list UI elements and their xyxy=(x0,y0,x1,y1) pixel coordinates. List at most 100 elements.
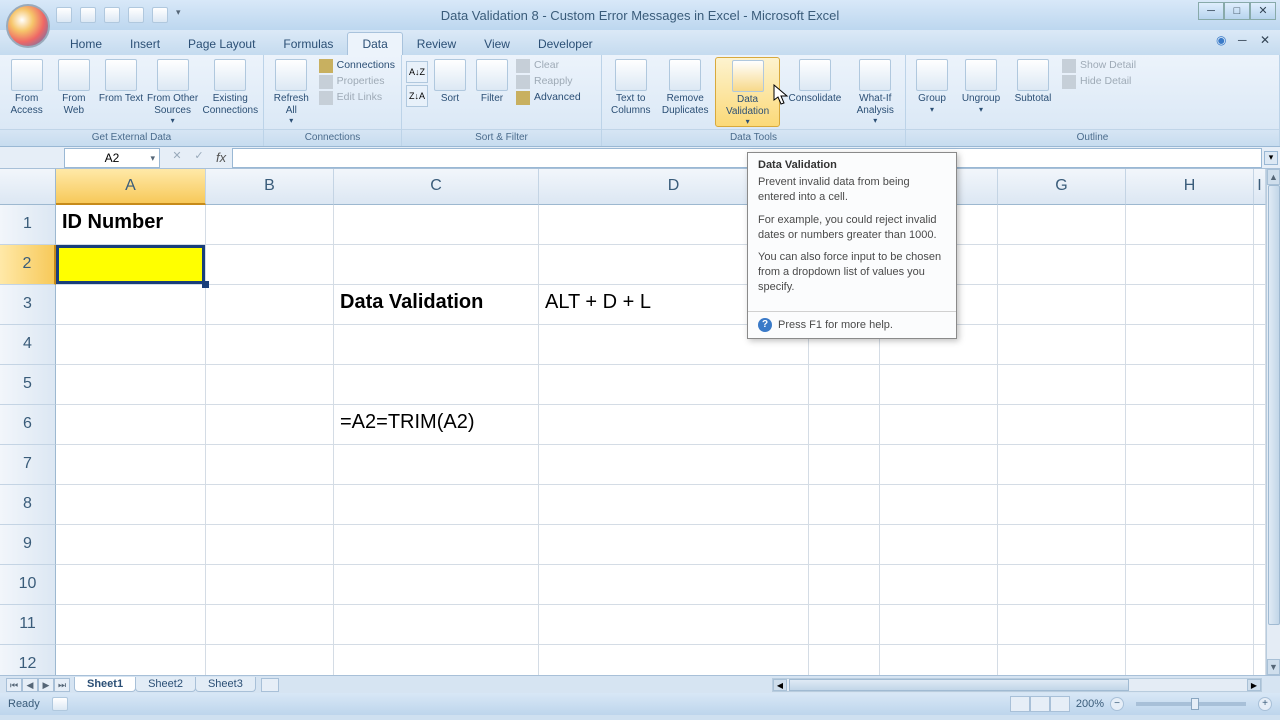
redo-icon[interactable] xyxy=(104,7,120,23)
maximize-button[interactable]: □ xyxy=(1224,2,1250,20)
cell-A1[interactable]: ID Number xyxy=(56,205,206,245)
column-header-B[interactable]: B xyxy=(206,169,334,205)
row-header-11[interactable]: 11 xyxy=(0,605,56,645)
save-icon[interactable] xyxy=(56,7,72,23)
ungroup-button[interactable]: Ungroup▾ xyxy=(956,57,1006,114)
advanced-filter-button[interactable]: Advanced xyxy=(514,89,583,105)
cancel-formula-icon: ✕ xyxy=(168,149,186,167)
sheet-tab-sheet1[interactable]: Sheet1 xyxy=(74,677,136,692)
tab-page-layout[interactable]: Page Layout xyxy=(174,33,269,55)
tab-developer[interactable]: Developer xyxy=(524,33,607,55)
refresh-all-button[interactable]: Refresh All▾ xyxy=(268,57,315,125)
insert-sheet-button[interactable] xyxy=(261,678,279,692)
group-label-sortfilter: Sort & Filter xyxy=(402,129,601,146)
subtotal-button[interactable]: Subtotal xyxy=(1008,57,1058,105)
row-header-5[interactable]: 5 xyxy=(0,365,56,405)
sheet-nav-next-icon[interactable]: ▶ xyxy=(38,678,54,692)
zoom-slider[interactable] xyxy=(1136,702,1246,706)
sheet-nav-first-icon[interactable]: ⏮ xyxy=(6,678,22,692)
filter-button[interactable]: Filter xyxy=(472,57,512,105)
tab-review[interactable]: Review xyxy=(403,33,470,55)
vertical-scrollbar[interactable]: ▲ ▼ xyxy=(1266,169,1280,675)
undo-icon[interactable] xyxy=(80,7,96,23)
quick-access-toolbar: ▾ xyxy=(56,7,192,23)
fx-icon[interactable]: fx xyxy=(216,150,226,165)
sort-button[interactable]: Sort xyxy=(430,57,470,105)
clear-filter-button: Clear xyxy=(514,57,583,73)
row-header-9[interactable]: 9 xyxy=(0,525,56,565)
column-header-H[interactable]: H xyxy=(1126,169,1254,205)
row-header-4[interactable]: 4 xyxy=(0,325,56,365)
select-all-corner[interactable] xyxy=(0,169,56,205)
whatif-analysis-button[interactable]: What-If Analysis▾ xyxy=(850,57,901,125)
scroll-down-icon[interactable]: ▼ xyxy=(1267,659,1280,675)
qat-icon-5[interactable] xyxy=(152,7,168,23)
row-header-7[interactable]: 7 xyxy=(0,445,56,485)
sheet-nav-prev-icon[interactable]: ◀ xyxy=(22,678,38,692)
qat-icon-4[interactable] xyxy=(128,7,144,23)
row-header-6[interactable]: 6 xyxy=(0,405,56,445)
group-label-datatools: Data Tools xyxy=(602,129,905,146)
office-button[interactable] xyxy=(6,4,50,48)
page-layout-view-button[interactable] xyxy=(1030,696,1050,712)
from-text-button[interactable]: From Text xyxy=(98,57,143,105)
qat-customize-icon[interactable]: ▾ xyxy=(176,7,192,23)
tooltip-p1: Prevent invalid data from being entered … xyxy=(758,175,946,205)
cell-C6[interactable]: =A2=TRIM(A2) xyxy=(334,405,539,445)
minimize-button[interactable]: ─ xyxy=(1198,2,1224,20)
column-header-I[interactable]: I xyxy=(1254,169,1266,205)
horizontal-scrollbar[interactable]: ◀ ▶ xyxy=(772,678,1262,692)
column-header-C[interactable]: C xyxy=(334,169,539,205)
column-header-A[interactable]: A xyxy=(56,169,206,205)
column-header-G[interactable]: G xyxy=(998,169,1126,205)
connections-button[interactable]: Connections xyxy=(317,57,397,73)
tab-insert[interactable]: Insert xyxy=(116,33,174,55)
zoom-out-button[interactable]: − xyxy=(1110,697,1124,711)
expand-formula-bar-icon[interactable]: ▾ xyxy=(1264,151,1278,165)
normal-view-button[interactable] xyxy=(1010,696,1030,712)
sheet-tab-sheet2[interactable]: Sheet2 xyxy=(135,677,196,692)
close-workbook-icon[interactable]: ✕ xyxy=(1260,33,1274,47)
from-other-sources-button[interactable]: From Other Sources▾ xyxy=(146,57,200,125)
tab-home[interactable]: Home xyxy=(56,33,116,55)
group-button[interactable]: Group▾ xyxy=(910,57,954,114)
hscroll-thumb[interactable] xyxy=(789,679,1129,691)
close-button[interactable]: ✕ xyxy=(1250,2,1276,20)
properties-button: Properties xyxy=(317,73,397,89)
active-cell-highlight[interactable] xyxy=(56,245,205,284)
existing-connections-button[interactable]: Existing Connections xyxy=(202,57,259,116)
row-header-10[interactable]: 10 xyxy=(0,565,56,605)
sheet-tab-sheet3[interactable]: Sheet3 xyxy=(195,677,256,692)
tooltip-p3: You can also force input to be chosen fr… xyxy=(758,250,946,295)
zoom-level[interactable]: 200% xyxy=(1076,698,1104,710)
help-icon[interactable]: ◉ xyxy=(1216,33,1230,47)
vscroll-thumb[interactable] xyxy=(1268,185,1280,625)
worksheet-grid[interactable]: ABCDEFGHI 123456789101112 ID NumberData … xyxy=(0,169,1280,675)
row-header-2[interactable]: 2 xyxy=(0,245,56,285)
tab-formulas[interactable]: Formulas xyxy=(269,33,347,55)
row-header-8[interactable]: 8 xyxy=(0,485,56,525)
scroll-right-icon[interactable]: ▶ xyxy=(1247,679,1261,691)
zoom-in-button[interactable]: + xyxy=(1258,697,1272,711)
minimize-ribbon-icon[interactable]: ─ xyxy=(1238,33,1252,47)
from-web-button[interactable]: From Web xyxy=(51,57,96,116)
cell-C3[interactable]: Data Validation xyxy=(334,285,539,325)
tab-view[interactable]: View xyxy=(470,33,524,55)
row-header-3[interactable]: 3 xyxy=(0,285,56,325)
consolidate-button[interactable]: Consolidate xyxy=(782,57,847,105)
remove-duplicates-button[interactable]: Remove Duplicates xyxy=(657,57,712,116)
name-box[interactable]: A2 xyxy=(64,148,160,168)
scroll-left-icon[interactable]: ◀ xyxy=(773,679,787,691)
data-validation-button[interactable]: Data Validation▾ xyxy=(715,57,780,127)
sort-asc-button[interactable]: A↓Z xyxy=(406,61,428,83)
sort-desc-button[interactable]: Z↓A xyxy=(406,85,428,107)
macro-record-icon[interactable] xyxy=(52,697,68,711)
text-to-columns-button[interactable]: Text to Columns xyxy=(606,57,655,116)
ribbon-tabs: Home Insert Page Layout Formulas Data Re… xyxy=(0,30,1280,55)
tab-data[interactable]: Data xyxy=(347,32,402,55)
from-access-button[interactable]: From Access xyxy=(4,57,49,116)
scroll-up-icon[interactable]: ▲ xyxy=(1267,169,1280,185)
page-break-view-button[interactable] xyxy=(1050,696,1070,712)
sheet-nav-last-icon[interactable]: ⏭ xyxy=(54,678,70,692)
row-header-1[interactable]: 1 xyxy=(0,205,56,245)
